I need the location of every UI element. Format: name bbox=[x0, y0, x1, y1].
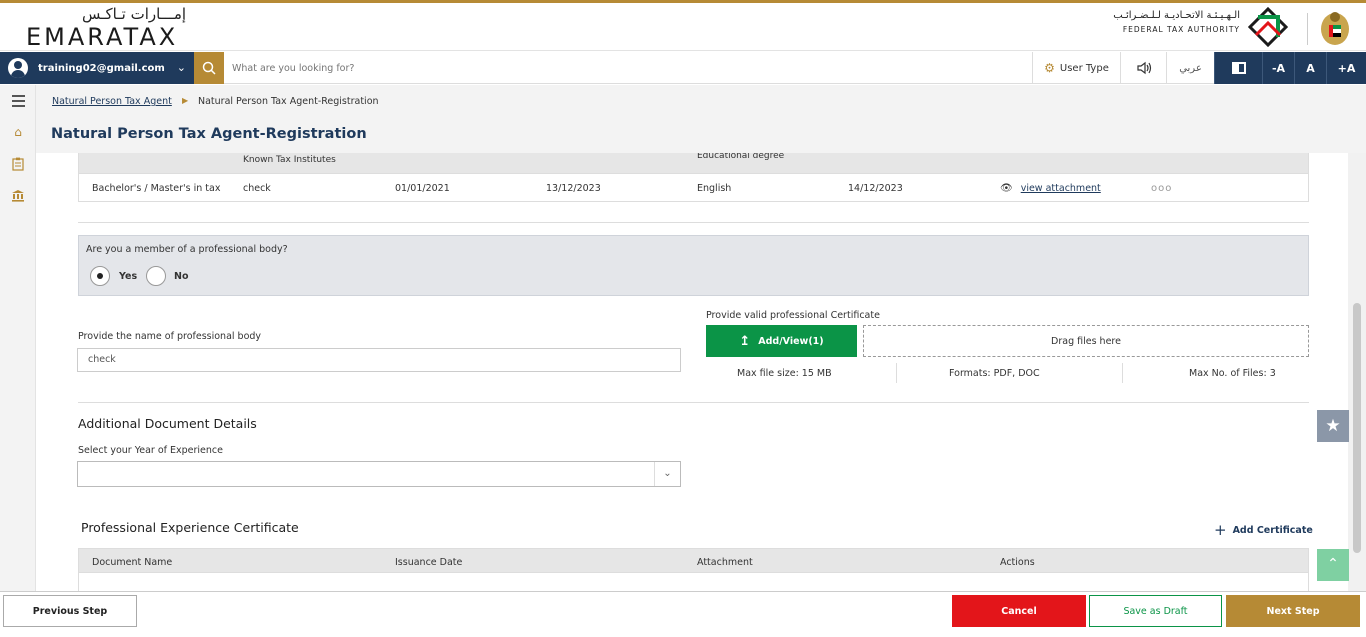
upload-icon: ↥ bbox=[739, 333, 751, 349]
additional-documents-title: Additional Document Details bbox=[78, 416, 257, 431]
column-header-degree: Educational degree bbox=[697, 153, 785, 161]
file-formats: Formats: PDF, DOC bbox=[949, 368, 1040, 379]
professional-body-question-label: Are you a member of a professional body? bbox=[86, 244, 288, 255]
emaratax-logo-arabic: إمـــارات تـاكـس bbox=[82, 5, 187, 23]
text-to-speech-button[interactable] bbox=[1120, 52, 1166, 84]
breadcrumb: Natural Person Tax Agent ▶ Natural Perso… bbox=[36, 85, 1366, 117]
scroll-to-top-icon[interactable]: ⌃ bbox=[1317, 549, 1349, 581]
chevron-down-icon: ⌄ bbox=[654, 462, 680, 486]
page-title: Natural Person Tax Agent-Registration bbox=[51, 126, 367, 142]
next-step-button[interactable]: Next Step bbox=[1226, 595, 1360, 627]
toolbar: training02@gmail.com ⌄ ⚙ User Type عربي … bbox=[0, 52, 1366, 84]
divider bbox=[1122, 363, 1123, 383]
search-icon bbox=[202, 61, 216, 75]
max-files: Max No. of Files: 3 bbox=[1189, 368, 1276, 379]
divider bbox=[896, 363, 897, 383]
radio-yes-label: Yes bbox=[119, 271, 138, 282]
search-input[interactable] bbox=[232, 58, 1012, 78]
divider bbox=[78, 402, 1309, 403]
table-row: Bachelor's / Master's in tax check 01/01… bbox=[78, 174, 1309, 202]
column-header-actions: Actions bbox=[1000, 557, 1035, 568]
search-button[interactable] bbox=[194, 52, 224, 84]
certificate-table-header: Document Name Issuance Date Attachment A… bbox=[78, 548, 1309, 573]
cell-from-date: 01/01/2021 bbox=[395, 183, 450, 194]
add-certificate-label: Add Certificate bbox=[1232, 524, 1313, 536]
certificate-label: Provide valid professional Certificate bbox=[706, 310, 880, 321]
header-divider bbox=[1307, 13, 1308, 45]
column-header-institutes: Known Tax Institutes bbox=[243, 155, 336, 165]
scrollbar[interactable] bbox=[1348, 153, 1366, 591]
cell-qualification: Bachelor's / Master's in tax bbox=[92, 183, 221, 194]
sidebar: ⌂ bbox=[0, 85, 36, 591]
fta-name-english: FEDERAL TAX AUTHORITY bbox=[1122, 25, 1240, 34]
experience-label: Select your Year of Experience bbox=[78, 445, 223, 456]
table-row bbox=[78, 573, 1309, 591]
column-header-issuance-date: Issuance Date bbox=[395, 557, 463, 568]
font-increase-button[interactable]: +A bbox=[1326, 52, 1366, 84]
row-actions-menu[interactable]: ooo bbox=[1151, 183, 1172, 194]
speaker-icon bbox=[1136, 61, 1151, 75]
user-type-button[interactable]: ⚙ User Type bbox=[1032, 52, 1120, 84]
experience-certificate-title: Professional Experience Certificate bbox=[81, 520, 299, 535]
fta-name-arabic: الـهـيـئـة الاتحـاديـة لـلـضـرائـب bbox=[1113, 10, 1240, 21]
title-bar: Natural Person Tax Agent-Registration bbox=[36, 117, 1366, 153]
column-header-document-name: Document Name bbox=[92, 557, 173, 568]
radio-no[interactable] bbox=[146, 266, 166, 286]
contrast-icon bbox=[1231, 62, 1246, 74]
emaratax-logo[interactable]: EMARATAX bbox=[26, 23, 178, 51]
header: إمـــارات تـاكـس EMARATAX الـهـيـئـة الا… bbox=[0, 3, 1366, 51]
favorite-star-icon[interactable]: ★ bbox=[1317, 410, 1349, 442]
contrast-button[interactable] bbox=[1214, 52, 1262, 84]
radio-no-label: No bbox=[174, 271, 189, 282]
user-email: training02@gmail.com bbox=[38, 62, 165, 74]
fta-logo-icon bbox=[1248, 7, 1288, 47]
drag-drop-zone[interactable]: Drag files here bbox=[863, 325, 1309, 357]
clipboard-icon[interactable] bbox=[11, 157, 25, 171]
main-content: Known Tax Institutes Educational degree … bbox=[36, 153, 1348, 591]
eye-icon: 👁 bbox=[1000, 183, 1013, 194]
gear-icon: ⚙ bbox=[1044, 61, 1055, 75]
save-draft-button[interactable]: Save as Draft bbox=[1089, 595, 1222, 627]
home-icon[interactable]: ⌂ bbox=[11, 125, 25, 139]
education-table-header: Known Tax Institutes Educational degree bbox=[78, 153, 1309, 174]
bank-icon[interactable] bbox=[11, 189, 25, 203]
max-file-size: Max file size: 15 MB bbox=[737, 368, 832, 379]
user-avatar-icon bbox=[8, 58, 28, 78]
footer: Previous Step Cancel Save as Draft Next … bbox=[0, 591, 1366, 637]
cell-date: 14/12/2023 bbox=[848, 183, 903, 194]
chevron-down-icon: ⌄ bbox=[176, 61, 186, 74]
add-certificate-button[interactable]: + Add Certificate bbox=[1214, 521, 1313, 539]
cell-institute: check bbox=[243, 183, 271, 194]
add-view-button[interactable]: ↥ Add/View(1) bbox=[706, 325, 857, 357]
professional-body-name-label: Provide the name of professional body bbox=[78, 331, 262, 342]
uae-emblem-icon bbox=[1321, 12, 1349, 45]
user-menu[interactable]: training02@gmail.com ⌄ bbox=[0, 52, 194, 84]
font-decrease-button[interactable]: -A bbox=[1262, 52, 1294, 84]
cell-language: English bbox=[697, 183, 732, 194]
cancel-button[interactable]: Cancel bbox=[952, 595, 1086, 627]
cell-to-date: 13/12/2023 bbox=[546, 183, 601, 194]
breadcrumb-current: Natural Person Tax Agent-Registration bbox=[198, 96, 379, 107]
divider bbox=[78, 222, 1309, 223]
add-view-label: Add/View(1) bbox=[758, 335, 824, 347]
scrollbar-thumb[interactable] bbox=[1353, 303, 1361, 553]
user-type-label: User Type bbox=[1059, 62, 1109, 74]
language-toggle[interactable]: عربي bbox=[1166, 52, 1214, 84]
menu-icon[interactable] bbox=[12, 95, 25, 110]
view-attachment-label: view attachment bbox=[1020, 183, 1101, 194]
font-reset-button[interactable]: A bbox=[1294, 52, 1326, 84]
previous-step-button[interactable]: Previous Step bbox=[3, 595, 137, 627]
professional-body-name-input[interactable]: check bbox=[77, 348, 681, 372]
view-attachment-link[interactable]: 👁 view attachment bbox=[1000, 183, 1101, 194]
column-header-attachment: Attachment bbox=[697, 557, 753, 568]
radio-yes[interactable] bbox=[90, 266, 110, 286]
breadcrumb-arrow-icon: ▶ bbox=[182, 96, 189, 105]
experience-select[interactable]: ⌄ bbox=[77, 461, 681, 487]
breadcrumb-link-parent[interactable]: Natural Person Tax Agent bbox=[52, 96, 172, 107]
professional-body-question: Are you a member of a professional body?… bbox=[78, 235, 1309, 296]
plus-icon: + bbox=[1214, 521, 1227, 539]
